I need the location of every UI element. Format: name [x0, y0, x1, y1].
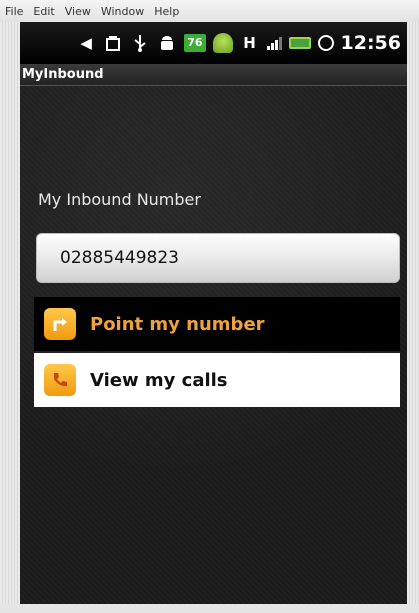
bag-icon: [103, 33, 123, 53]
phone-icon: [44, 364, 76, 396]
alarm-icon: [317, 35, 334, 51]
menu-edit[interactable]: Edit: [32, 5, 55, 18]
android-debug-icon: [157, 33, 177, 53]
status-bar: ◀ 76 H 12:56: [20, 22, 407, 64]
back-icon: ◀: [80, 34, 92, 52]
h-network-icon: H: [243, 34, 256, 52]
inbound-number-label: My Inbound Number: [38, 190, 201, 209]
window-frame-left: [0, 22, 20, 613]
window-frame-bottom: [0, 604, 419, 613]
view-my-calls-item[interactable]: View my calls: [34, 353, 400, 407]
battery-icon: [288, 37, 311, 49]
status-time: 12:56: [340, 32, 401, 54]
menu-file[interactable]: File: [4, 5, 24, 18]
action-menu: Point my number View my calls: [34, 297, 400, 407]
window-menubar: File Edit View Window Help: [0, 0, 419, 22]
signal-icon: [266, 36, 282, 50]
usb-icon: [130, 33, 150, 53]
app-title: MyInbound: [20, 64, 407, 86]
point-my-number-label: Point my number: [90, 313, 265, 335]
download-badge-icon: 76: [184, 34, 206, 52]
menu-window[interactable]: Window: [100, 5, 145, 18]
point-my-number-item[interactable]: Point my number: [34, 297, 400, 351]
phone-screen: ◀ 76 H 12:56 MyInbound My Inbound Number…: [20, 22, 407, 604]
point-arrow-icon: [44, 308, 76, 340]
menu-help[interactable]: Help: [153, 5, 180, 18]
view-my-calls-label: View my calls: [90, 369, 228, 391]
inbound-number-field[interactable]: 02885449823: [36, 233, 400, 283]
window-frame-right: [407, 22, 419, 613]
android-icon: [212, 33, 233, 53]
menu-view[interactable]: View: [64, 5, 92, 18]
